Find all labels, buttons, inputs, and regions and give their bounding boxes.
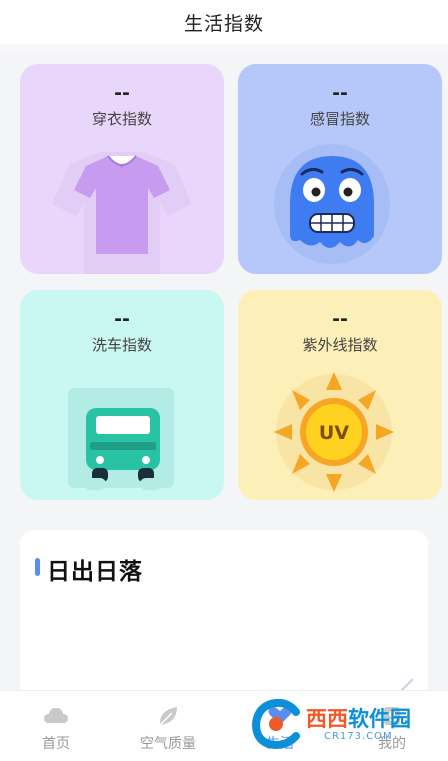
watermark-cn-a: 西西	[306, 706, 348, 731]
tab-air-quality[interactable]: 空气质量	[112, 691, 224, 761]
section-accent-bar	[35, 558, 40, 576]
cold-face-icon	[274, 144, 390, 264]
watermark-cn-b: 软件园	[348, 706, 411, 731]
car-wash-index-label: 洗车指数	[91, 336, 152, 354]
sun-uv-icon: UV	[274, 372, 394, 492]
dress-index-card[interactable]: -- 穿衣指数	[20, 64, 224, 274]
uv-index-label: 紫外线指数	[302, 336, 378, 354]
shirt-icon	[52, 152, 192, 274]
tab-home[interactable]: 首页	[0, 691, 112, 761]
dress-index-value: --	[114, 82, 130, 104]
site-watermark: 西西软件园 CR173.COM	[250, 698, 426, 750]
watermark-en: CR173.COM	[324, 730, 393, 742]
cold-index-value: --	[332, 82, 348, 104]
car-wash-index-value: --	[114, 308, 130, 330]
uv-index-value: --	[332, 308, 348, 330]
header-bar: 生活指数	[0, 0, 448, 44]
tab-air-quality-label: 空气质量	[140, 736, 196, 752]
car-icon	[68, 388, 174, 490]
sunrise-sunset-title: 日出日落	[47, 559, 143, 585]
leaf-icon	[159, 707, 177, 726]
car-wash-index-card[interactable]: -- 洗车指数	[20, 290, 224, 500]
dress-index-label: 穿衣指数	[91, 110, 152, 128]
cold-index-card[interactable]: -- 感冒指数	[238, 64, 442, 274]
uv-badge-text: UV	[319, 422, 349, 444]
page-title: 生活指数	[183, 12, 264, 35]
cloud-icon	[44, 708, 68, 723]
header-divider	[0, 44, 448, 52]
watermark-logo-icon	[251, 698, 300, 750]
uv-index-card[interactable]: -- 紫外线指数 UV	[238, 290, 442, 500]
tab-home-label: 首页	[42, 736, 70, 752]
cold-index-label: 感冒指数	[309, 110, 370, 128]
